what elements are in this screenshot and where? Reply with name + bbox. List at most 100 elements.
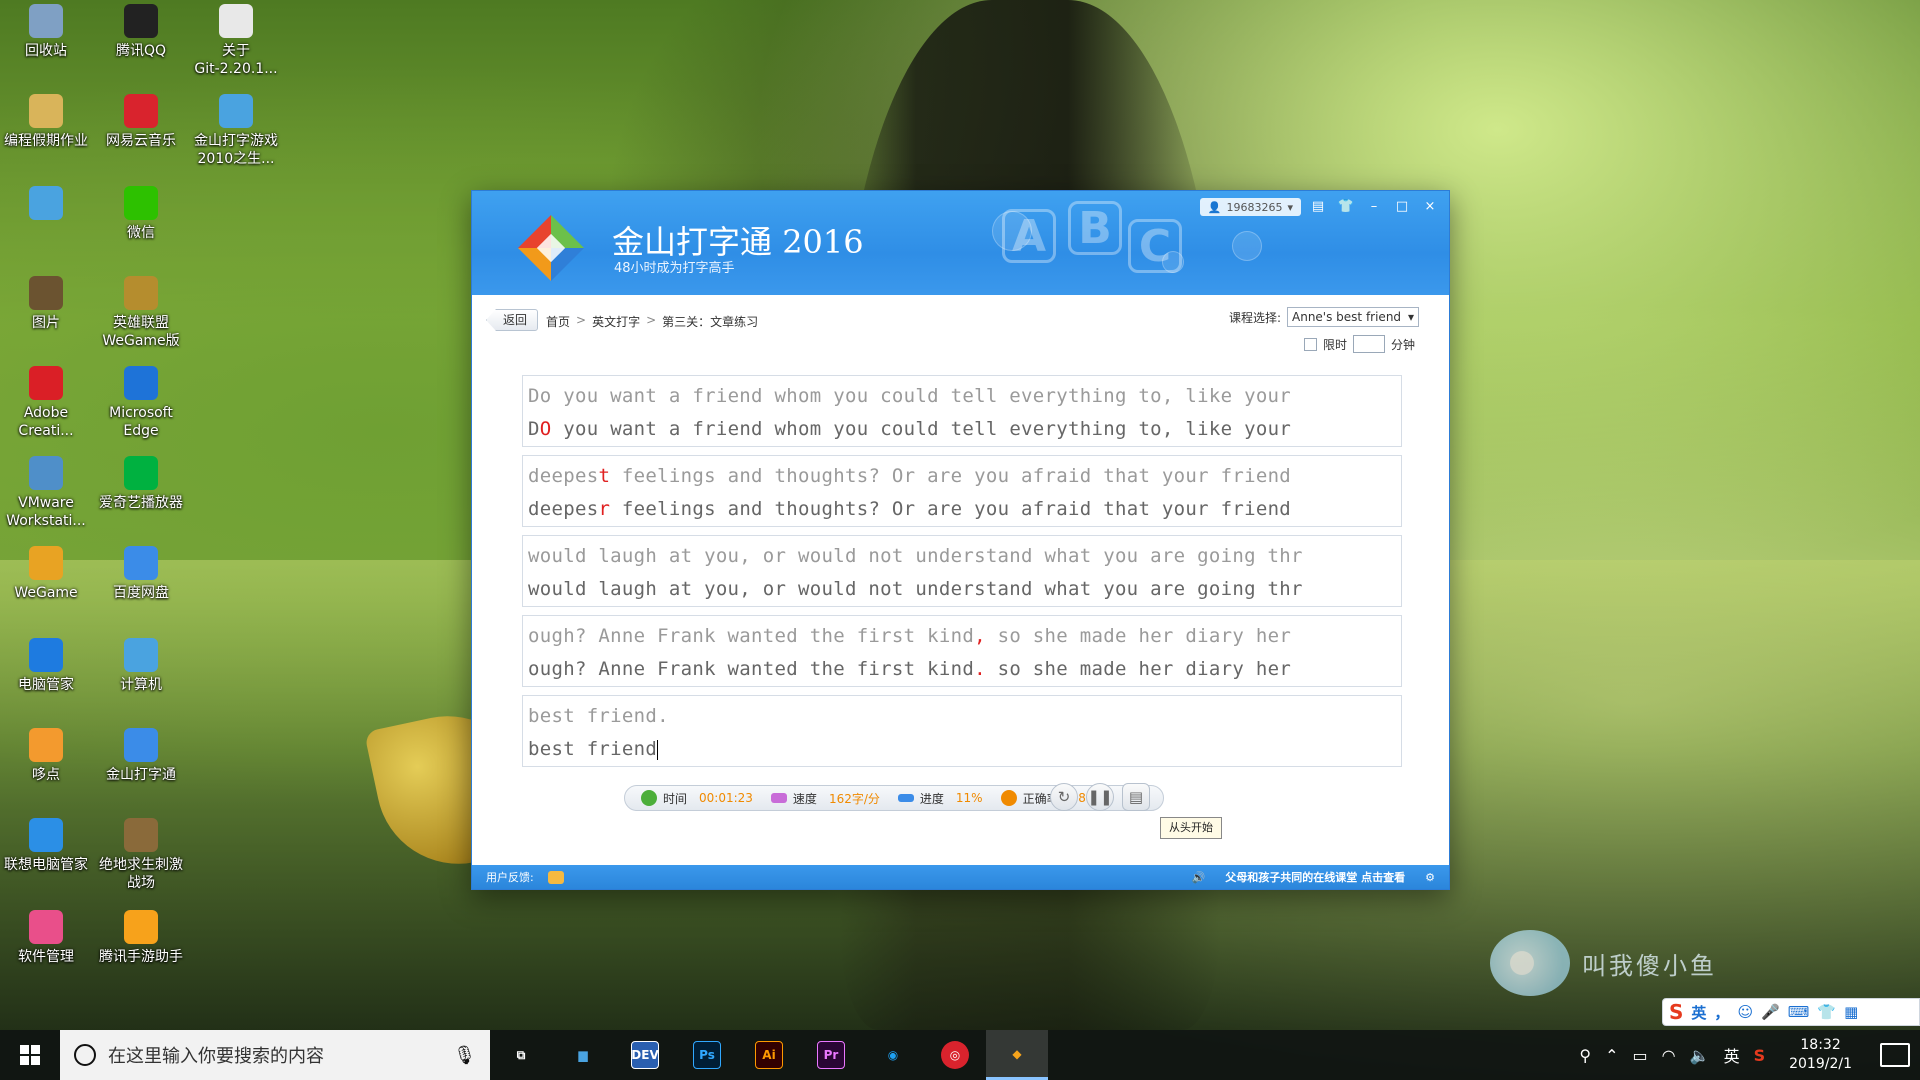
clock-date: 2019/2/1 — [1789, 1056, 1852, 1072]
taskbar-app-devecostudio[interactable]: DEV — [614, 1030, 676, 1080]
desktop-icon[interactable]: 关于 Git-2.20.1... — [190, 4, 282, 78]
microphone-icon[interactable]: 🎙 — [453, 1045, 476, 1066]
taskbar-app-illustrator[interactable]: Ai — [738, 1030, 800, 1080]
desktop-icon[interactable]: 金山打字游戏 2010之生... — [190, 94, 282, 168]
clock[interactable]: 18:32 2019/2/1 — [1789, 1036, 1852, 1074]
start-button[interactable] — [0, 1030, 60, 1080]
desktop-icon[interactable]: 哆点 — [0, 728, 92, 784]
sogou-logo-icon[interactable]: S — [1669, 1000, 1683, 1024]
breadcrumb-home[interactable]: 首页 — [546, 313, 570, 330]
notification-icon[interactable] — [1880, 1043, 1910, 1067]
taskbar-app-task-view[interactable]: ⧉ — [490, 1030, 552, 1080]
typing-line-pair: deepest feelings and thoughts? Or are yo… — [522, 455, 1402, 527]
desktop-icon[interactable]: Adobe Creati... — [0, 366, 92, 440]
user-account-button[interactable]: 👤 19683265 ▾ — [1199, 198, 1301, 216]
ime-lang-toggle[interactable]: 英 — [1691, 1002, 1706, 1023]
desktop-icon-label: 腾讯QQ — [115, 43, 167, 59]
sogou-tray-icon[interactable]: S — [1754, 1046, 1766, 1065]
desktop-icon[interactable]: 腾讯QQ — [95, 4, 187, 60]
wifi-icon[interactable]: ◠ — [1662, 1046, 1676, 1065]
time-limit-label: 限时 — [1322, 337, 1347, 352]
volume-icon[interactable]: 🔈 — [1690, 1046, 1710, 1065]
desktop-icon[interactable]: 网易云音乐 — [95, 94, 187, 150]
desktop-icon[interactable]: 编程假期作业 — [0, 94, 92, 150]
source-text-line: would laugh at you, or would not underst… — [528, 540, 1396, 573]
desktop-icon[interactable]: 微信 — [95, 186, 187, 242]
window-header[interactable]: A B C 金山打字通 2016 48小时成为打字高手 👤 19683265 ▾… — [472, 191, 1449, 295]
skin-icon[interactable]: 👕 — [1335, 197, 1357, 217]
breadcrumb-current: 第三关：文章练习 — [662, 315, 759, 329]
desktop-icon[interactable]: 爱奇艺播放器 — [95, 456, 187, 512]
desktop-icon[interactable]: 软件管理 — [0, 910, 92, 966]
recycle-bin-icon — [29, 4, 63, 38]
typed-text-line[interactable]: deepesr feelings and thoughts? Or are yo… — [528, 493, 1396, 526]
nav-row: 返回 首页 > 英文打字 > 第三关：文章练习 课程选择: Anne's bes… — [472, 299, 1449, 353]
chevron-down-icon: ▾ — [1287, 200, 1293, 214]
desktop-icon[interactable]: 计算机 — [95, 638, 187, 694]
minutes-input[interactable] — [1352, 335, 1385, 353]
desktop-icon[interactable] — [0, 186, 92, 224]
breadcrumb-separator: > — [576, 313, 587, 327]
desktop-icon[interactable]: 联想电脑管家 — [0, 818, 92, 874]
desktop-icon-label: 编程假期作业 — [4, 133, 88, 149]
desktop-icon-label: 绝地求生刺激 战场 — [99, 857, 183, 891]
desktop-icon[interactable]: 百度网盘 — [95, 546, 187, 602]
promo-link[interactable]: 父母和孩子共同的在线课堂 点击查看 — [1225, 869, 1405, 885]
speaker-icon[interactable]: 🔊 — [1192, 871, 1206, 884]
taskbar-search[interactable]: 在这里输入你要搜索的内容 🎙 — [60, 1030, 490, 1080]
minimize-button[interactable]: – — [1363, 197, 1385, 217]
taskbar-app-qq-browser[interactable]: ◉ — [862, 1030, 924, 1080]
back-button[interactable]: 返回 — [486, 309, 539, 331]
cortana-icon — [74, 1044, 96, 1066]
report-icon[interactable]: ▤ — [1122, 783, 1150, 811]
maximize-button[interactable]: □ — [1391, 197, 1413, 217]
feedback-icon[interactable] — [547, 870, 564, 884]
typing-line-pair: Do you want a friend whom you could tell… — [522, 375, 1402, 447]
punctuation-icon[interactable]: ， — [1714, 1002, 1729, 1023]
typed-text-line[interactable]: would laugh at you, or would not underst… — [528, 573, 1396, 606]
desktop-icon-label: 联想电脑管家 — [4, 857, 88, 873]
typed-text-line[interactable]: DO you want a friend whom you could tell… — [528, 413, 1396, 446]
desktop-icon[interactable]: Microsoft Edge — [95, 366, 187, 440]
taskbar-app-photoshop[interactable]: Ps — [676, 1030, 738, 1080]
pause-icon[interactable]: ❚❚ — [1086, 783, 1114, 811]
voice-icon[interactable]: 🎤 — [1761, 1003, 1780, 1021]
taskbar-apps: ⧉ ▆ DEV Ps Ai Pr ◉ ◎ ◆ — [490, 1030, 1048, 1080]
desktop-icon[interactable]: 回收站 — [0, 4, 92, 60]
settings-gear-icon[interactable]: ⚙ — [1425, 871, 1435, 884]
taskbar-app-netease-music[interactable]: ◎ — [924, 1030, 986, 1080]
typed-text-line[interactable]: ough? Anne Frank wanted the first kind. … — [528, 653, 1396, 686]
toolbox-icon[interactable]: ▦ — [1844, 1003, 1858, 1021]
desktop-icon[interactable]: 金山打字通 — [95, 728, 187, 784]
desktop-icon[interactable]: 绝地求生刺激 战场 — [95, 818, 187, 892]
taskbar-app-computer[interactable]: ▆ — [552, 1030, 614, 1080]
desktop-icon-label: VMware Workstati... — [6, 495, 86, 529]
people-icon[interactable]: ⚲ — [1579, 1046, 1591, 1065]
desktop-icon-label: Microsoft Edge — [109, 405, 173, 439]
typed-text: best friend — [528, 738, 658, 760]
restart-icon[interactable]: ↻ — [1050, 783, 1078, 811]
keyboard-icon[interactable]: ⌨ — [1788, 1003, 1810, 1021]
typing-area[interactable]: Do you want a friend whom you could tell… — [522, 375, 1402, 775]
lol-icon — [124, 276, 158, 310]
time-limit-checkbox[interactable] — [1303, 337, 1317, 351]
desktop-icon[interactable]: WeGame — [0, 546, 92, 602]
typed-text-line[interactable]: best friend — [528, 733, 1396, 766]
breadcrumb-english[interactable]: 英文打字 — [592, 313, 640, 330]
battery-icon[interactable]: ▭ — [1633, 1046, 1648, 1065]
chevron-up-icon[interactable]: ⌃ — [1605, 1046, 1618, 1065]
desktop-icon[interactable]: 图片 — [0, 276, 92, 332]
desktop-icon[interactable]: VMware Workstati... — [0, 456, 92, 530]
tray-lang[interactable]: 英 — [1724, 1043, 1740, 1067]
emoji-icon[interactable]: ☺ — [1737, 1003, 1753, 1021]
menu-icon[interactable]: ▤ — [1307, 197, 1329, 217]
skin-icon[interactable]: 👕 — [1817, 1003, 1836, 1021]
course-select[interactable]: Anne's best friend ▾ — [1287, 307, 1419, 327]
desktop-icon[interactable]: 英雄联盟 WeGame版 — [95, 276, 187, 350]
desktop-icon[interactable]: 电脑管家 — [0, 638, 92, 694]
taskbar-app-jinshan-typing[interactable]: ◆ — [986, 1030, 1048, 1080]
desktop-icon[interactable]: 腾讯手游助手 — [95, 910, 187, 966]
close-button[interactable]: × — [1419, 197, 1441, 217]
course-label: 课程选择: — [1228, 310, 1281, 325]
taskbar-app-premiere[interactable]: Pr — [800, 1030, 862, 1080]
